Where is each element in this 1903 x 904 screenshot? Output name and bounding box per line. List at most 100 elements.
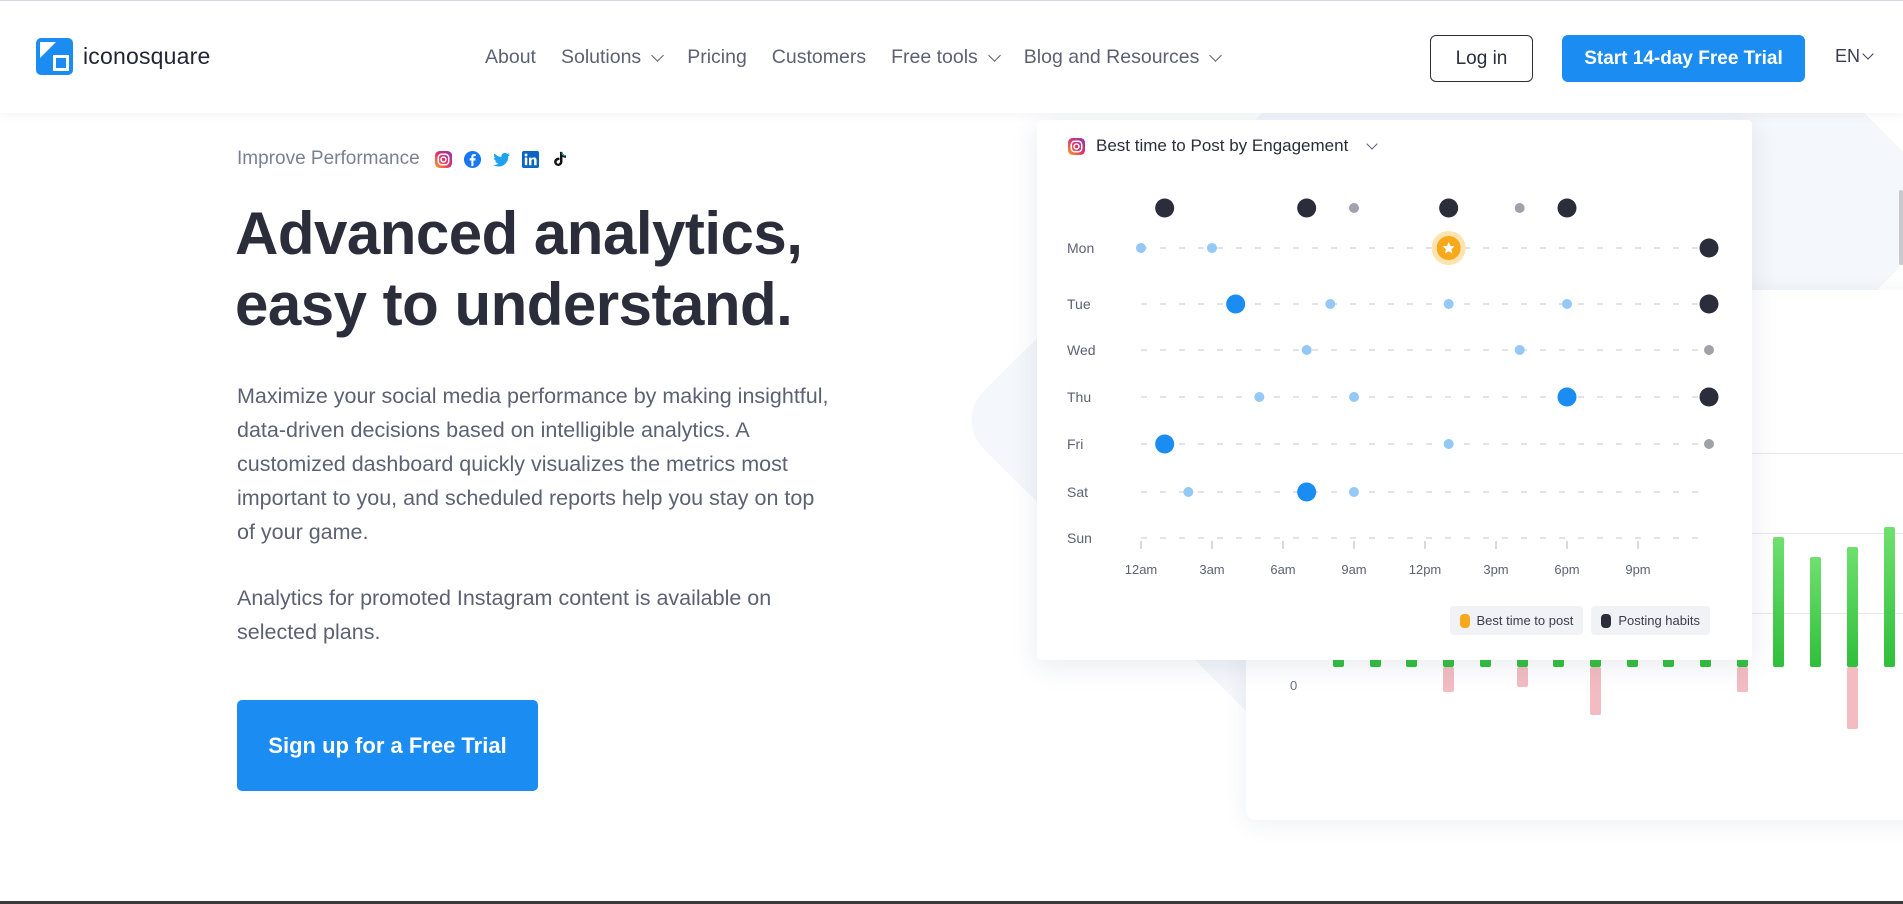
nav-item-about[interactable]: About — [485, 46, 536, 69]
start-trial-button[interactable]: Start 14-day Free Trial — [1562, 35, 1805, 82]
posting-habit-dot — [1699, 387, 1719, 407]
signup-free-trial-button[interactable]: Sign up for a Free Trial — [237, 700, 538, 791]
page-scrollbar[interactable] — [1899, 190, 1903, 265]
posting-habit-dot — [1297, 198, 1317, 218]
headline-line-1: Advanced analytics, — [235, 200, 803, 267]
best-time-chart-card: Best time to Post by Engagement Mon Tue We… — [1037, 120, 1752, 660]
nav-item-label: Blog and Resources — [1023, 46, 1200, 68]
day-label: Mon — [1067, 240, 1094, 256]
eyebrow: Improve Performance — [237, 148, 569, 170]
engagement-dot — [1557, 387, 1577, 407]
posting-habit-dot — [1155, 198, 1175, 218]
x-tick-label: 3am — [1199, 562, 1224, 577]
language-label: EN — [1835, 46, 1861, 66]
best-time-scatter-chart: Mon Tue Wed Thu Fri Sat Sun 12am 3am 6am 9am 12pm 3p… — [1067, 198, 1719, 577]
positive-bar — [1846, 547, 1858, 667]
x-tick-label: 6am — [1270, 562, 1295, 577]
engagement-dot — [1349, 487, 1359, 497]
legend-label: Posting habits — [1618, 613, 1700, 628]
negative-bar — [1516, 667, 1528, 687]
chevron-down-icon — [651, 48, 665, 62]
posting-habit-dot — [1514, 203, 1525, 213]
nav-item-label: About — [485, 46, 536, 68]
top-navigation: iconosquare About Solutions Pricing Custome… — [0, 0, 1903, 113]
nav-item-pricing[interactable]: Pricing — [687, 46, 747, 69]
day-label: Tue — [1067, 296, 1091, 312]
nav-item-free-tools[interactable]: Free tools — [891, 46, 1001, 69]
engagement-dot — [1349, 392, 1359, 402]
engagement-dot — [1325, 299, 1336, 309]
eyebrow-label: Improve Performance — [237, 148, 420, 169]
engagement-dot — [1301, 345, 1312, 355]
hero-description: Maximize your social media performance b… — [237, 384, 829, 544]
x-tick-label: 12am — [1125, 562, 1158, 577]
engagement-dot — [1443, 299, 1454, 309]
tiktok-icon — [553, 151, 566, 166]
posting-habit-dot — [1557, 198, 1577, 218]
legend-swatch — [1601, 613, 1612, 628]
language-selector[interactable]: EN — [1835, 46, 1874, 67]
positive-bar — [1883, 527, 1895, 667]
nav-item-label: Customers — [771, 46, 867, 68]
twitter-icon — [492, 152, 510, 167]
day-label: Wed — [1067, 342, 1096, 358]
engagement-dot — [1183, 487, 1194, 497]
hero-headline: Advanced analytics, easy to understand. — [235, 198, 855, 340]
brand-logo[interactable]: iconosquare — [36, 38, 211, 75]
day-label: Sun — [1067, 530, 1092, 546]
engagement-dot — [1207, 243, 1217, 253]
posting-habit-dot — [1699, 238, 1719, 258]
engagement-dot — [1136, 243, 1146, 253]
engagement-dot — [1155, 434, 1175, 454]
nav-item-label: Solutions — [560, 46, 642, 68]
legend-swatch — [1459, 613, 1470, 628]
nav-item-blog-and-resources[interactable]: Blog and Resources — [1023, 46, 1223, 69]
x-tick-label: 3pm — [1483, 562, 1508, 577]
engagement-dot — [1443, 439, 1454, 449]
brand-name: iconosquare — [83, 43, 211, 69]
chevron-down-icon — [1209, 48, 1223, 62]
nav-item-customers[interactable]: Customers — [772, 46, 866, 69]
day-label: Sat — [1067, 484, 1088, 500]
day-label: Fri — [1067, 436, 1083, 452]
negative-bar — [1846, 667, 1858, 729]
engagement-dot — [1562, 299, 1572, 309]
day-label: Thu — [1067, 389, 1091, 405]
x-tick-label: 9pm — [1625, 562, 1650, 577]
chevron-down-icon — [1862, 48, 1874, 60]
facebook-icon — [463, 150, 481, 168]
x-tick-label: 9am — [1341, 562, 1366, 577]
headline-line-2: easy to understand. — [235, 271, 793, 338]
posting-habit-dot — [1439, 198, 1459, 218]
promoted-content-note: Analytics for promoted Instagram content… — [237, 586, 772, 644]
posting-habit-dot — [1699, 294, 1719, 314]
instagram-icon — [434, 150, 452, 168]
nav-item-label: Free tools — [891, 46, 978, 68]
linkedin-icon — [521, 150, 539, 168]
chart-legend: Best time to post Posting habits — [1449, 606, 1710, 635]
legend-label: Best time to post — [1476, 613, 1574, 628]
main-menu: About Solutions Pricing Customers Free tools… — [485, 1, 1245, 114]
x-tick-label: 12pm — [1409, 562, 1442, 577]
login-button[interactable]: Log in — [1430, 35, 1533, 82]
engagement-dot — [1226, 294, 1246, 314]
positive-bar — [1773, 537, 1785, 667]
posting-habit-dot — [1704, 439, 1714, 449]
engagement-dot — [1514, 345, 1525, 355]
chevron-down-icon — [987, 48, 1001, 62]
legend-best-time: Best time to post — [1449, 606, 1584, 635]
engagement-dot — [1297, 482, 1317, 502]
nav-item-solutions[interactable]: Solutions — [560, 46, 665, 69]
nav-item-label: Pricing — [687, 46, 747, 68]
x-tick-label: 6pm — [1554, 562, 1579, 577]
negative-bar — [1443, 667, 1455, 692]
posting-habit-dot — [1349, 203, 1359, 213]
iconosquare-logo-icon — [36, 38, 73, 75]
posting-habit-dot — [1704, 345, 1714, 355]
negative-bar — [1736, 667, 1748, 692]
positive-bar — [1810, 557, 1822, 667]
negative-bar — [1589, 667, 1601, 715]
legend-posting-habits: Posting habits — [1591, 606, 1710, 635]
engagement-dot — [1254, 392, 1265, 402]
y-axis-zero-label: 0 — [1290, 678, 1298, 693]
